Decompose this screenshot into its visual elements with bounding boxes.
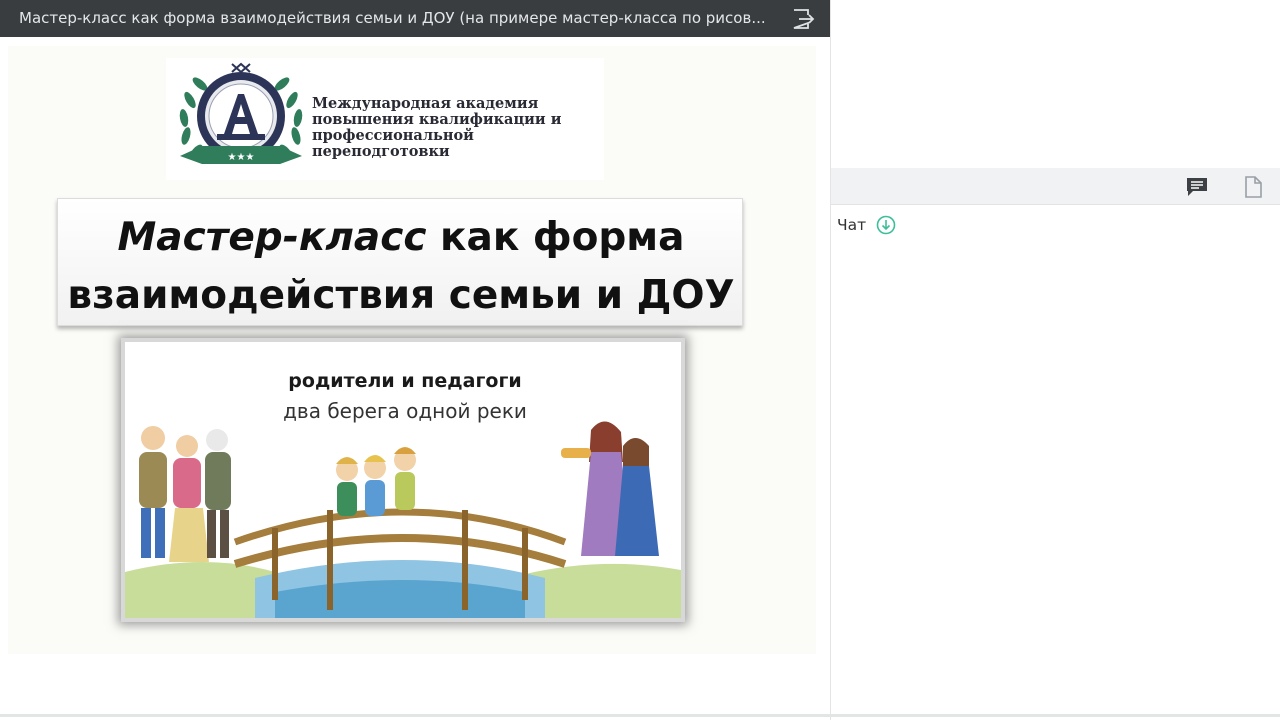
chat-panel: Чат <box>830 0 1280 720</box>
headline-line-2: взаимодействия семьи и ДОУ <box>67 273 735 318</box>
headline-rest: как форма <box>426 215 685 260</box>
headline-italic: Мастер-класс <box>117 215 427 260</box>
slide: ★★★ Международная академия повышения ква… <box>8 46 816 654</box>
page-title: Мастер-класс как форма взаимодействия се… <box>19 9 766 27</box>
slide-headline: Мастер-класс как форма взаимодействия се… <box>58 209 744 325</box>
exit-icon[interactable] <box>790 7 816 31</box>
chat-header[interactable]: Чат <box>837 214 896 236</box>
academy-name: Международная академия повышения квалифи… <box>312 96 602 160</box>
academy-emblem-icon: ★★★ <box>179 62 303 164</box>
chat-label: Чат <box>837 216 867 234</box>
document-icon[interactable] <box>1240 175 1266 199</box>
download-icon[interactable] <box>876 215 896 235</box>
slide-illustration: родители и педагоги два берега одной рек… <box>121 338 685 622</box>
illustration-caption-1: родители и педагоги <box>288 370 522 392</box>
illustration-caption-2: два берега одной реки <box>283 399 527 423</box>
academy-name-line-3: профессиональной переподготовки <box>312 127 474 160</box>
presentation-panel: Мастер-класс как форма взаимодействия се… <box>0 0 830 720</box>
title-bar: Мастер-класс как форма взаимодействия се… <box>0 0 830 37</box>
panel-toolbar <box>831 168 1280 205</box>
svg-text:★★★: ★★★ <box>228 152 255 163</box>
academy-logo: ★★★ Международная академия повышения ква… <box>166 58 604 180</box>
academy-name-line-1: Международная академия <box>312 95 539 112</box>
chat-icon[interactable] <box>1184 175 1210 199</box>
bottom-divider <box>0 714 1280 717</box>
slide-headline-box: Мастер-класс как форма взаимодействия се… <box>57 198 743 326</box>
academy-name-line-2: повышения квалификации и <box>312 111 562 128</box>
